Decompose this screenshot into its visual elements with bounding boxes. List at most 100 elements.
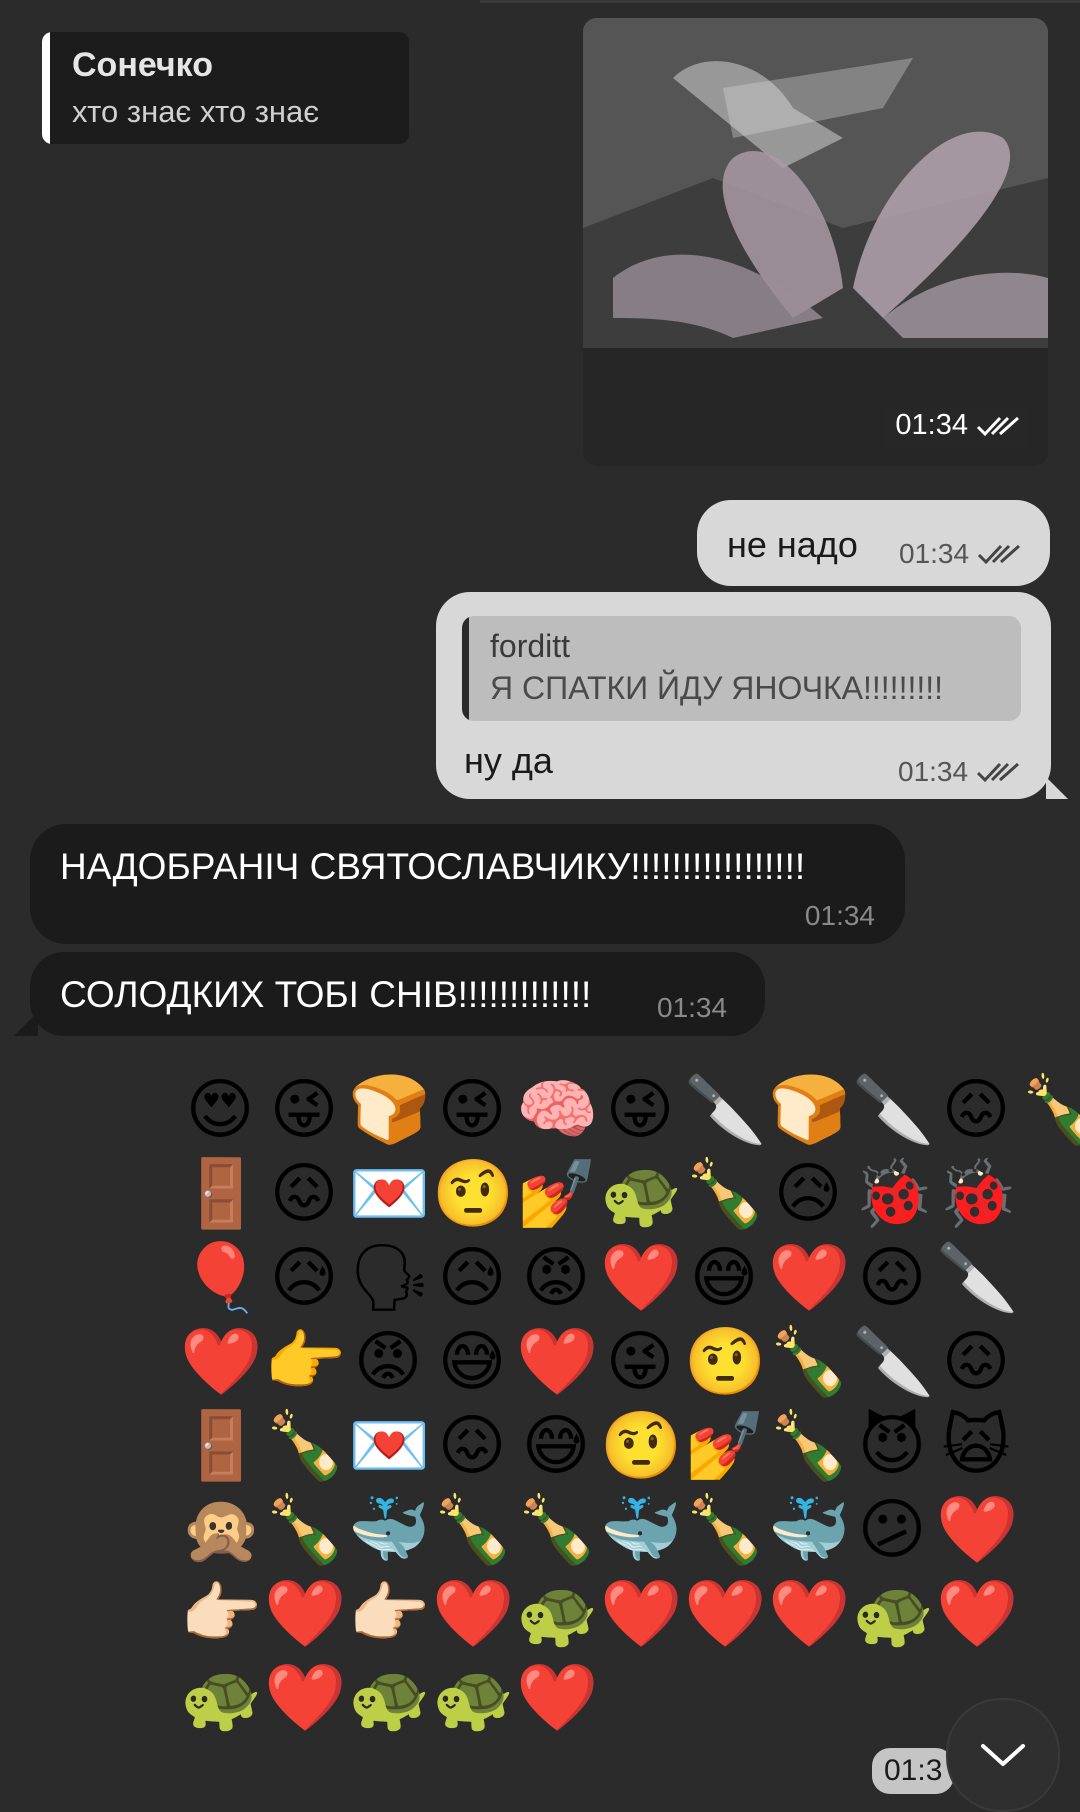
- emoji: 😖: [437, 1407, 511, 1484]
- emoji: 😥: [437, 1239, 511, 1316]
- emoji: 🍞: [768, 1071, 855, 1148]
- emoji: 🍾: [264, 1407, 351, 1484]
- emoji: ❤️: [936, 1491, 1023, 1568]
- emoji: 😜: [605, 1071, 679, 1148]
- top-divider: [480, 0, 1080, 3]
- emoji: ❤️: [936, 1575, 1023, 1652]
- outgoing-reply-message[interactable]: forditt Я СПАТКИ ЙДУ ЯНОЧКА!!!!!!!!! ну …: [436, 592, 1051, 799]
- emoji: 🐳: [348, 1491, 435, 1568]
- emoji: ❤️: [432, 1575, 519, 1652]
- message-text: ну да: [464, 740, 553, 781]
- emoji: 🍾: [684, 1491, 771, 1568]
- emoji: 🍾: [516, 1491, 603, 1568]
- emoji: 😅: [521, 1407, 595, 1484]
- double-check-icon: [977, 762, 1020, 783]
- message-text: СОЛОДКИХ ТОБІ СНІВ!!!!!!!!!!!!!: [60, 974, 592, 1015]
- reply-preview-text: хто знає хто знає: [72, 94, 320, 129]
- emoji: 😥: [269, 1239, 343, 1316]
- emoji: 🍾: [264, 1491, 351, 1568]
- quoted-message[interactable]: forditt Я СПАТКИ ЙДУ ЯНОЧКА!!!!!!!!!: [462, 616, 1021, 721]
- emoji: 🐞: [852, 1155, 939, 1232]
- emoji: 💌: [348, 1407, 435, 1484]
- emoji: 🍾: [684, 1155, 771, 1232]
- message-time: 01:34: [804, 900, 875, 931]
- incoming-message[interactable]: НАДОБРАНІЧ СВЯТОСЛАВЧИКУ!!!!!!!!!!!!!!!!…: [30, 824, 905, 944]
- chevron-down-icon: [981, 1744, 1025, 1766]
- emoji: ❤️: [600, 1575, 687, 1652]
- message-time: 01:34: [657, 992, 728, 1023]
- emoji: 🔪: [684, 1071, 771, 1148]
- message-time: 01:34: [895, 409, 968, 441]
- emoji: 🎈: [180, 1239, 267, 1316]
- emoji: 😜: [437, 1071, 511, 1148]
- reply-preview-bar: [42, 32, 50, 144]
- emoji: 🍾: [432, 1491, 519, 1568]
- emoji: 🍾: [768, 1407, 855, 1484]
- emoji: 🐢: [852, 1575, 939, 1652]
- double-check-icon: [978, 544, 1021, 565]
- message-text: НАДОБРАНІЧ СВЯТОСЛАВЧИКУ!!!!!!!!!!!!!!!!…: [60, 846, 806, 887]
- emoji: 🚪: [180, 1155, 267, 1232]
- emoji: 😈: [857, 1407, 931, 1484]
- emoji-row: 🚪🍾💌😖 😅🤨💅🍾😈 🙀: [180, 1404, 1050, 1488]
- emoji: 😜: [605, 1323, 679, 1400]
- emoji: 😜: [269, 1071, 343, 1148]
- emoji-row: 😍 😜🍞😜🧠😜🔪🍞🔪😖🍾: [180, 1068, 1080, 1152]
- emoji: ❤️: [516, 1659, 603, 1736]
- emoji: 👉🏻: [180, 1575, 267, 1652]
- emoji: 🍾: [1020, 1071, 1080, 1148]
- message-meta: 01:34: [899, 538, 1021, 570]
- photo-time-pill: 01:34: [883, 403, 1030, 448]
- emoji: 👉: [264, 1323, 351, 1400]
- reply-preview[interactable]: Сонечко хто знає хто знає: [42, 32, 409, 144]
- double-check-icon: [976, 416, 1019, 436]
- emoji: ❤️: [516, 1323, 603, 1400]
- emoji: 😖: [941, 1323, 1015, 1400]
- quoted-author: forditt: [490, 628, 571, 664]
- scroll-to-bottom-button[interactable]: [946, 1698, 1060, 1812]
- emoji: 🍾: [768, 1323, 855, 1400]
- quote-bar: [462, 616, 469, 721]
- emoji: ❤️: [264, 1575, 351, 1652]
- emoji: 🐳: [600, 1491, 687, 1568]
- emoji: ❤️: [600, 1239, 687, 1316]
- emoji: 🤨: [600, 1407, 687, 1484]
- emoji: 🤨: [684, 1323, 771, 1400]
- reply-preview-name: Сонечко: [72, 46, 213, 84]
- message-text: не надо: [727, 524, 858, 565]
- incoming-message[interactable]: СОЛОДКИХ ТОБІ СНІВ!!!!!!!!!!!!! 01:34: [30, 952, 765, 1036]
- emoji: 🙊: [180, 1491, 267, 1568]
- emoji: 🧠: [516, 1071, 603, 1148]
- emoji: ❤️: [264, 1659, 351, 1736]
- emoji-row: 🎈😥🗣😥 😡❤️😅❤️😖🔪: [180, 1236, 1050, 1320]
- emoji: 😖: [941, 1071, 1015, 1148]
- emoji: 🍞: [348, 1071, 435, 1148]
- emoji: ❤️: [180, 1323, 267, 1400]
- emoji: ❤️: [684, 1575, 771, 1652]
- emoji: 💅: [684, 1407, 771, 1484]
- emoji: 🐳: [768, 1491, 855, 1568]
- emoji-message[interactable]: 😍 😜🍞😜🧠😜🔪🍞🔪😖🍾 🚪😖💌🤨💅🐢🍾😥🐞🐞 🎈😥🗣😥 😡❤️😅❤️😖🔪 ❤️👉😡 😅❤️…: [180, 1068, 1080, 1740]
- emoji: 🐢: [432, 1659, 519, 1736]
- emoji: 😡: [521, 1239, 595, 1316]
- emoji-row: ❤️👉😡 😅❤️😜🤨🍾🔪😖: [180, 1320, 1050, 1404]
- emoji: 🤨: [432, 1155, 519, 1232]
- quoted-text: Я СПАТКИ ЙДУ ЯНОЧКА!!!!!!!!!: [490, 670, 944, 706]
- emoji: 🐢: [516, 1575, 603, 1652]
- emoji: 🐢: [348, 1659, 435, 1736]
- emoji-row: 👉🏻❤️👉🏻❤️🐢❤️❤️❤️🐢❤️: [180, 1572, 1050, 1656]
- outgoing-message[interactable]: не надо 01:34: [697, 500, 1050, 586]
- photo-message[interactable]: 01:34: [583, 18, 1048, 466]
- emoji: ❤️: [768, 1239, 855, 1316]
- message-meta: 01:34: [898, 756, 1020, 788]
- message-time: 01:3: [872, 1748, 955, 1794]
- emoji: 🔪: [936, 1239, 1023, 1316]
- bubble-tail: [1046, 777, 1068, 799]
- emoji: 🙀: [941, 1407, 1015, 1484]
- message-time: 01:34: [898, 756, 969, 787]
- emoji-row: 🐢❤️🐢🐢❤️: [180, 1656, 1050, 1740]
- emoji: 💅: [516, 1155, 603, 1232]
- emoji: 😖: [269, 1155, 343, 1232]
- emoji: 😕: [857, 1491, 931, 1568]
- emoji-row: 🚪😖💌🤨💅🐢🍾😥🐞🐞: [180, 1152, 1050, 1236]
